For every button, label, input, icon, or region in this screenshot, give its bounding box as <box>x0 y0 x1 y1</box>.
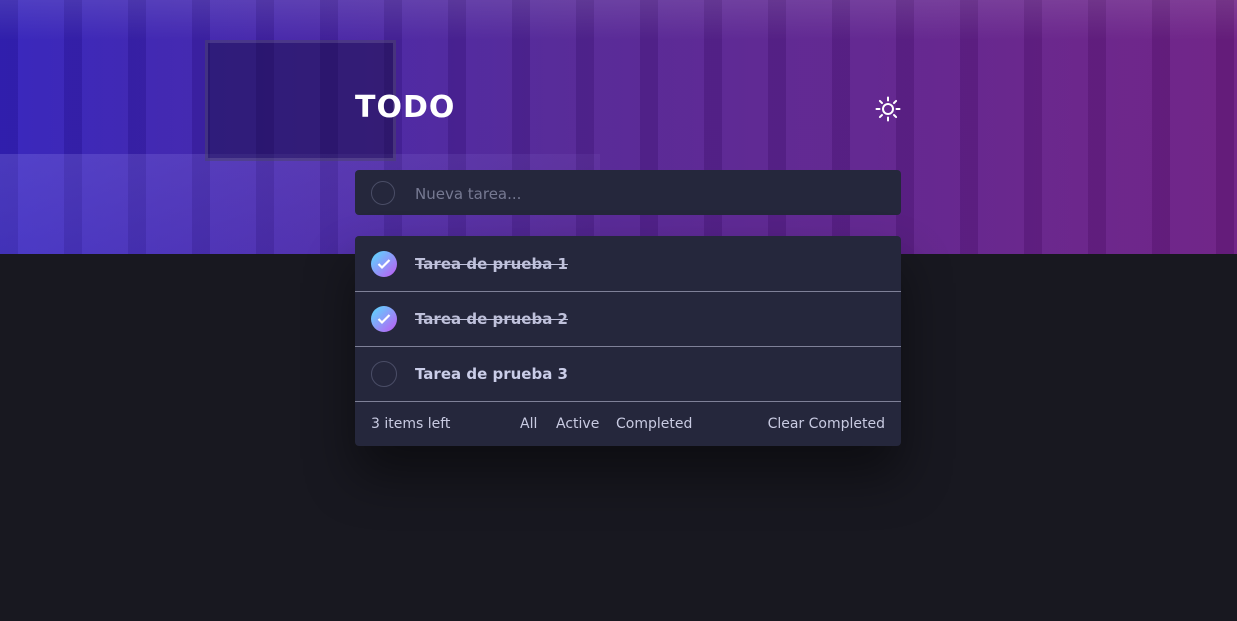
todo-footer: 3 items left All Active Completed Clear … <box>355 402 901 446</box>
todo-item-label[interactable]: Tarea de prueba 2 <box>415 310 568 328</box>
clear-completed-button[interactable]: Clear Completed <box>768 416 885 432</box>
background-ceiling <box>0 0 1237 40</box>
todo-list: Tarea de prueba 1 Tarea de prueba 2 Tare… <box>355 236 901 446</box>
checked-checkbox[interactable] <box>371 306 397 332</box>
new-task-input[interactable] <box>413 170 887 217</box>
app-title: TODO <box>355 90 456 125</box>
todo-item-label[interactable]: Tarea de prueba 3 <box>415 365 568 383</box>
new-task-form <box>355 170 901 217</box>
unchecked-checkbox[interactable] <box>371 361 397 387</box>
todo-item: Tarea de prueba 3 <box>355 347 901 402</box>
todo-item: Tarea de prueba 1 <box>355 236 901 292</box>
items-left-counter: 3 items left <box>371 416 451 432</box>
todo-item: Tarea de prueba 2 <box>355 292 901 347</box>
filter-active-button[interactable]: Active <box>556 416 599 432</box>
filter-completed-button[interactable]: Completed <box>616 416 692 432</box>
app-header: TODO <box>355 90 901 130</box>
new-task-circle-icon <box>371 180 395 205</box>
todo-item-label[interactable]: Tarea de prueba 1 <box>415 255 568 273</box>
sun-icon[interactable] <box>875 96 901 122</box>
filter-all-button[interactable]: All <box>520 416 537 432</box>
checked-checkbox[interactable] <box>371 250 397 277</box>
